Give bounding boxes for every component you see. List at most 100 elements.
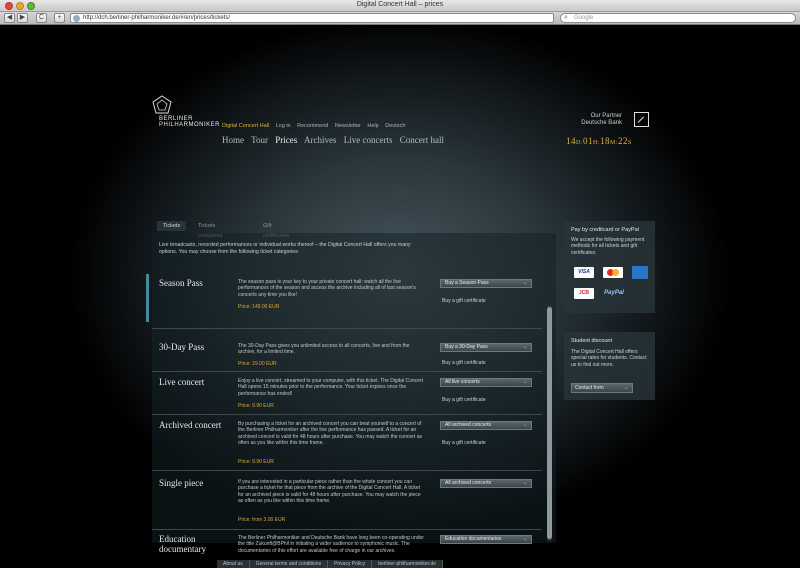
buy-gift-certificate-link[interactable]: Buy a gift certificate — [442, 397, 486, 403]
buy-gift-certificate-link[interactable]: Buy a gift certificate — [442, 360, 486, 366]
ticket-price: Price: 149.00 EUR — [238, 304, 280, 310]
footer-privacy[interactable]: Privacy Policy — [328, 560, 373, 568]
add-bookmark-button[interactable]: + — [54, 13, 65, 23]
footer-main-site[interactable]: berliner-philharmoniker.de — [372, 560, 443, 568]
student-text: The Digital Concert Hall offers special … — [571, 349, 647, 368]
jcb-icon: JCB — [574, 288, 594, 299]
all-archived-concerts-button[interactable]: All archived concerts — [440, 479, 532, 488]
nav-live-concerts[interactable]: Live concerts — [344, 135, 393, 145]
paypal-icon: PayPal — [604, 290, 624, 296]
topnav-login[interactable]: Log in — [276, 123, 291, 129]
payment-title: Pay by creditcard or PayPal — [571, 227, 639, 233]
partner-info: Our Partner Deutsche Bank — [566, 113, 622, 127]
partner-label: Our Partner — [590, 113, 622, 119]
footer-links: About us General terms and conditions Priv… — [217, 560, 443, 568]
top-navigation: Digital Concert Hall Log in Recommend Ne… — [222, 123, 410, 129]
forward-button[interactable]: ▶ — [17, 13, 28, 23]
row-divider — [152, 414, 542, 415]
row-divider — [152, 328, 542, 329]
search-icon: ⌕ — [564, 14, 568, 21]
row-divider — [152, 371, 542, 372]
main-navigation: Home Tour Prices Archives Live concerts … — [222, 135, 449, 145]
ticket-price: Price: 9.90 EUR — [238, 403, 274, 409]
countdown-seconds-label: S — [628, 140, 632, 146]
countdown-days: 14 — [566, 136, 576, 146]
row-divider — [152, 470, 542, 471]
intro-text: Live broadcasts, recorded performances o… — [159, 242, 411, 255]
site-icon — [73, 15, 80, 22]
reload-button[interactable]: C — [36, 13, 47, 23]
buy-season-pass-button[interactable]: Buy a Season Pass — [440, 279, 532, 288]
payment-text: We accept the following payment methods … — [571, 237, 645, 256]
nav-home[interactable]: Home — [222, 135, 244, 145]
ticket-description: The season pass is your key to your priv… — [238, 279, 416, 298]
tab-tickets-compared[interactable]: Tickets compared — [192, 221, 228, 239]
ticket-name: 30-Day Pass — [159, 342, 205, 352]
selected-row-indicator — [146, 274, 149, 322]
browser-toolbar: ◀ ▶ C + http://dch.berliner-philharmonik… — [0, 12, 800, 25]
buy-gift-certificate-link[interactable]: Buy a gift certificate — [442, 298, 486, 304]
countdown-hours-label: H: — [593, 140, 600, 146]
window-title: Digital Concert Hall – prices — [356, 1, 444, 8]
ticket-description: By purchasing a ticket for an archived c… — [238, 421, 422, 446]
countdown-minutes-label: M: — [610, 140, 619, 146]
nav-prices[interactable]: Prices — [275, 135, 297, 145]
ticket-price: Price: from 3.00 EUR — [238, 517, 286, 523]
footer-about-us[interactable]: About us — [217, 560, 250, 568]
tab-tickets[interactable]: Tickets — [157, 221, 187, 231]
ticket-description: If you are interested in a particular pi… — [238, 479, 421, 504]
buy-gift-certificate-link[interactable]: Buy a gift certificate — [442, 440, 486, 446]
page-content: BERLINER PHILHARMONIKER Digital Concert … — [0, 26, 800, 568]
scrollbar[interactable] — [547, 305, 552, 541]
ticket-price: Price: 29.00 EUR — [238, 361, 277, 367]
ticket-description: Enjoy a live concert, streamed to your c… — [238, 378, 423, 397]
student-title: Student discount — [571, 338, 612, 344]
topnav-help[interactable]: Help — [367, 123, 378, 129]
logo-text: BERLINER PHILHARMONIKER — [159, 116, 220, 128]
countdown-minutes: 18 — [600, 136, 610, 146]
nav-tour[interactable]: Tour — [251, 135, 268, 145]
berliner-philharmoniker-logo-icon[interactable] — [150, 94, 174, 118]
education-documentaries-button[interactable]: Education documentaries — [440, 535, 532, 544]
nav-concert-hall[interactable]: Concert hall — [400, 135, 444, 145]
amex-icon — [632, 266, 648, 279]
browser-window: Digital Concert Hall – prices ◀ ▶ C + ht… — [0, 0, 800, 568]
title-bar: Digital Concert Hall – prices — [0, 0, 800, 12]
topnav-digital-concert-hall[interactable]: Digital Concert Hall — [222, 123, 269, 129]
ticket-price: Price: 9.90 EUR — [238, 459, 274, 465]
address-bar[interactable]: http://dch.berliner-philharmoniker.de/#/… — [70, 13, 554, 23]
countdown-days-label: D: — [576, 140, 583, 146]
all-live-concerts-button[interactable]: All live concerts — [440, 378, 532, 387]
deutsche-bank-logo-icon[interactable] — [634, 112, 649, 127]
all-archived-concerts-button[interactable]: All archived concerts — [440, 421, 532, 430]
mastercard-icon — [603, 267, 623, 278]
scrollbar-thumb[interactable] — [547, 307, 552, 539]
buy-30-day-pass-button[interactable]: Buy a 30-Day Pass — [440, 343, 532, 352]
payment-info-box: Pay by creditcard or PayPal We accept th… — [564, 221, 655, 313]
topnav-recommend[interactable]: Recommend — [297, 123, 328, 129]
countdown-hours: 01 — [583, 136, 593, 146]
tab-gift-certificates[interactable]: Gift certificates — [257, 221, 295, 239]
logo-line-2: PHILHARMONIKER — [159, 122, 221, 128]
ticket-name: Education documentary — [159, 534, 206, 554]
row-divider — [152, 529, 542, 530]
topnav-deutsch[interactable]: Deutsch — [385, 123, 405, 129]
countdown-timer: 14D:01H:18M:22S — [566, 136, 632, 146]
ticket-description: The 30-Day Pass gives you unlimited acce… — [238, 343, 410, 356]
topnav-newsletter[interactable]: Newsletter — [335, 123, 361, 129]
search-placeholder: Google — [574, 15, 594, 21]
tickets-panel: Live broadcasts, recorded performances o… — [146, 233, 556, 554]
partner-name[interactable]: Deutsche Bank — [566, 120, 622, 127]
ticket-name: Live concert — [159, 377, 205, 387]
back-button[interactable]: ◀ — [4, 13, 15, 23]
ticket-name: Archived concert — [159, 420, 222, 430]
contact-form-button[interactable]: Contact form — [571, 383, 633, 393]
search-field[interactable]: ⌕ Google — [560, 13, 796, 23]
ticket-description: The Berliner Philharmoniker and Deutsche… — [238, 535, 424, 554]
url-text: http://dch.berliner-philharmoniker.de/#/… — [83, 15, 231, 21]
visa-icon: VISA — [574, 267, 594, 278]
countdown-seconds: 22 — [618, 136, 629, 146]
footer-terms[interactable]: General terms and conditions — [249, 560, 329, 568]
nav-archives[interactable]: Archives — [304, 135, 337, 145]
ticket-name: Season Pass — [159, 278, 203, 288]
